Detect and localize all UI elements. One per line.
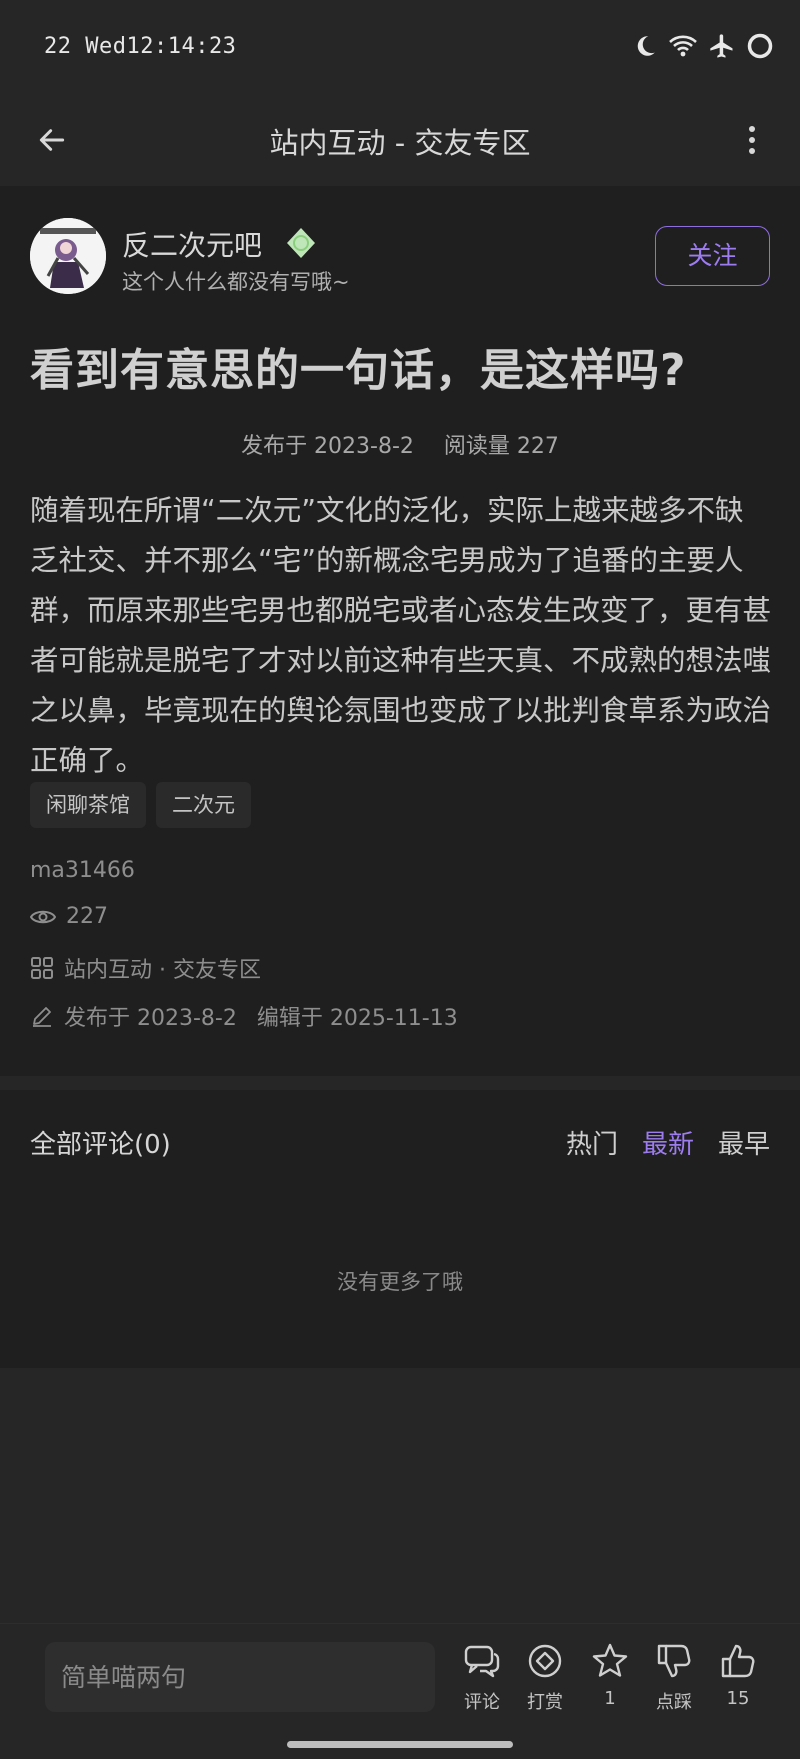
like-button[interactable]: 15 <box>708 1642 768 1709</box>
avatar-image <box>30 218 106 294</box>
comments-section: 全部评论(0) 热门 最新 最早 没有更多了哦 <box>0 1090 800 1368</box>
author-name[interactable]: 反二次元吧 <box>122 224 262 264</box>
wifi-icon <box>668 33 698 59</box>
star-icon <box>592 1643 628 1677</box>
airplane-icon <box>708 32 736 60</box>
comment-input[interactable] <box>45 1642 435 1712</box>
more-vertical-icon <box>749 126 755 154</box>
eye-icon <box>30 907 56 927</box>
reward-label: 打赏 <box>527 1692 563 1713</box>
tag-item[interactable]: 闲聊茶馆 <box>30 782 146 828</box>
battery-ring-icon <box>746 32 774 60</box>
avatar[interactable] <box>30 218 106 294</box>
verified-badge-icon <box>284 226 318 260</box>
edit-info: 发布于 2023-8-2 编辑于 2025-11-13 <box>30 1000 458 1032</box>
like-count: 15 <box>726 1688 750 1709</box>
published-text: 发布于 2023-8-2 <box>64 1006 237 1031</box>
dislike-button[interactable]: 点踩 <box>644 1642 704 1714</box>
thumbs-up-icon <box>721 1644 755 1678</box>
comment-icon <box>464 1645 500 1678</box>
page-title: 站内互动 - 交友专区 <box>269 126 531 160</box>
app-bar: 站内互动 - 交友专区 <box>0 96 800 186</box>
dislike-label: 点踩 <box>656 1692 692 1713</box>
reward-button[interactable]: 打赏 <box>515 1642 575 1714</box>
status-icons <box>632 32 774 60</box>
post-meta: 发布于 2023-8-2 阅读量 227 <box>0 428 800 460</box>
view-count: 227 <box>30 904 108 929</box>
comment-sort-tabs: 热门 最新 最早 <box>566 1124 770 1161</box>
article-card: 反二次元吧 这个人什么都没有写哦~ 关注 看到有意思的一句话，是这样吗? 发布于… <box>0 186 800 1076</box>
favorite-button[interactable]: 1 <box>580 1642 640 1709</box>
status-time: 22 Wed12:14:23 <box>44 34 237 59</box>
comments-title: 全部评论(0) <box>30 1130 171 1160</box>
sort-tab-oldest[interactable]: 最早 <box>718 1124 770 1161</box>
home-indicator[interactable] <box>287 1741 513 1748</box>
moon-icon <box>632 33 658 59</box>
view-count-text: 227 <box>66 904 108 929</box>
tag-item[interactable]: 二次元 <box>156 782 251 828</box>
author-bio: 这个人什么都没有写哦~ <box>122 270 350 294</box>
publish-date: 发布于 2023-8-2 <box>241 434 414 459</box>
thumbs-down-icon <box>657 1644 691 1678</box>
username-text: ma31466 <box>30 858 135 883</box>
read-count: 阅读量 227 <box>443 434 559 459</box>
status-bar: 22 Wed12:14:23 <box>0 0 800 96</box>
post-username[interactable]: ma31466 <box>30 858 135 883</box>
follow-button[interactable]: 关注 <box>655 226 770 286</box>
post-title: 看到有意思的一句话，是这样吗? <box>30 345 687 396</box>
sort-tab-hot[interactable]: 热门 <box>566 1124 618 1161</box>
bottom-action-bar: 评论 打赏 1 点踩 15 <box>0 1623 800 1759</box>
sort-tab-newest[interactable]: 最新 <box>642 1124 694 1161</box>
comment-label: 评论 <box>464 1692 500 1713</box>
grid-icon <box>30 956 54 980</box>
more-options-button[interactable] <box>732 118 772 162</box>
post-section[interactable]: 站内互动 · 交友专区 <box>30 952 261 984</box>
favorite-count: 1 <box>604 1688 616 1709</box>
section-text: 站内互动 · 交友专区 <box>64 958 261 983</box>
pencil-icon <box>30 1004 54 1028</box>
comment-button[interactable]: 评论 <box>452 1642 512 1714</box>
tag-list: 闲聊茶馆 二次元 <box>30 782 251 828</box>
edited-text: 编辑于 2025-11-13 <box>256 1006 458 1031</box>
post-body: 随着现在所谓“二次元”文化的泛化，实际上越来越多不缺乏社交、并不那么“宅”的新概… <box>30 494 772 777</box>
empty-comments-text: 没有更多了哦 <box>337 1270 463 1294</box>
reward-icon <box>528 1644 562 1678</box>
